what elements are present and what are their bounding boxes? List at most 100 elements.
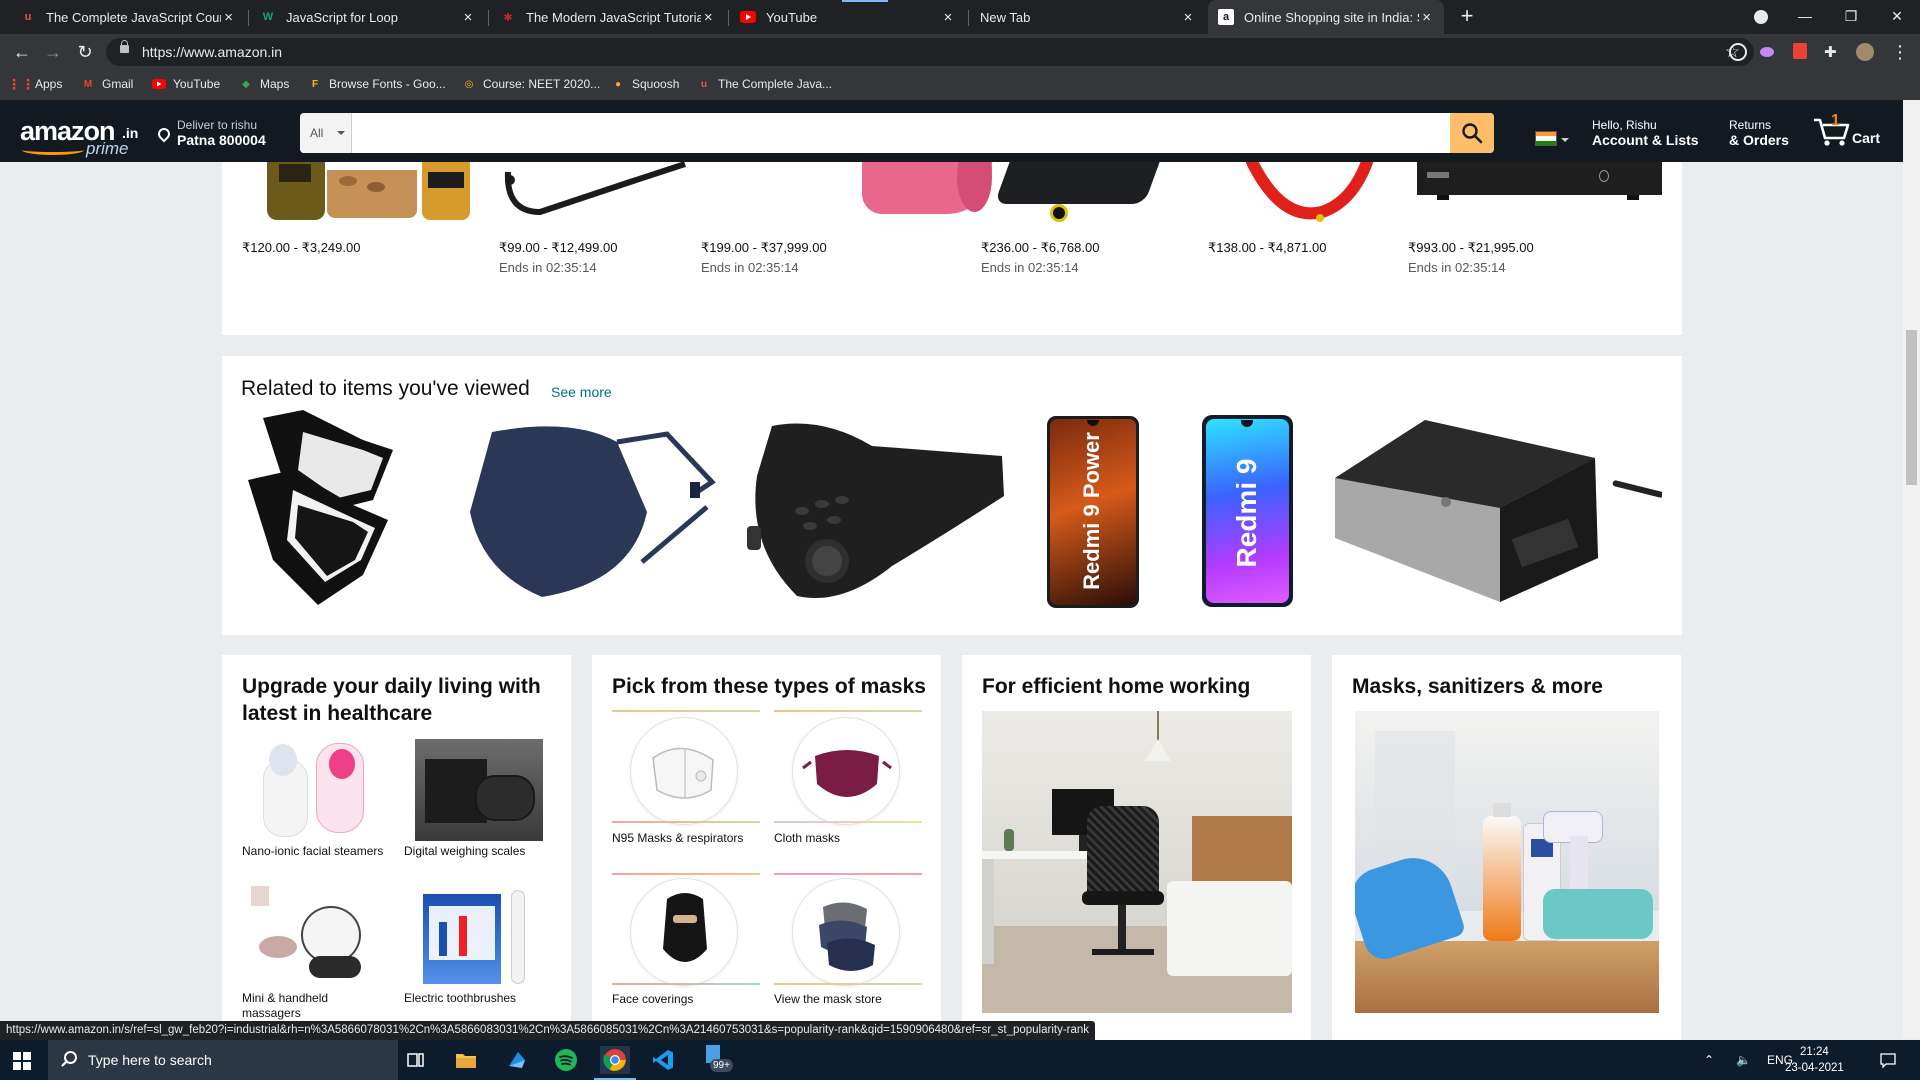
- tab-title: Online Shopping site in India: Sh: [1244, 9, 1420, 25]
- files-badge-icon[interactable]: 99+: [702, 1045, 733, 1074]
- chrome-icon[interactable]: [594, 1046, 636, 1080]
- bookmark-youtube[interactable]: YouTube: [152, 77, 220, 91]
- vscode-icon[interactable]: [648, 1046, 678, 1074]
- action-center-icon[interactable]: [1880, 1040, 1896, 1080]
- close-icon[interactable]: ×: [1419, 9, 1434, 26]
- extension-icon[interactable]: [1760, 47, 1774, 57]
- windows-start-icon[interactable]: [13, 1052, 31, 1070]
- close-icon[interactable]: ×: [221, 9, 236, 26]
- file-explorer-icon[interactable]: [451, 1046, 481, 1074]
- see-more-link[interactable]: See more: [551, 384, 612, 400]
- forward-arrow-icon[interactable]: →: [41, 40, 65, 64]
- returns-and-orders[interactable]: Returns & Orders: [1729, 118, 1789, 148]
- facial-steamer-image[interactable]: [251, 739, 379, 841]
- tab-udemy[interactable]: u The Complete JavaScript Course ×: [10, 0, 246, 34]
- profile-menu-icon[interactable]: [1738, 0, 1784, 34]
- toy-deal-image[interactable]: [1232, 162, 1382, 224]
- tab-youtube[interactable]: YouTube ×: [730, 0, 966, 34]
- taskbar-search-box[interactable]: Type here to search: [48, 1040, 398, 1080]
- extension-icon[interactable]: [1793, 43, 1807, 59]
- restore-button[interactable]: ❐: [1828, 0, 1874, 34]
- close-icon[interactable]: ×: [1180, 9, 1196, 26]
- spotify-icon[interactable]: [551, 1046, 581, 1074]
- chevron-down-icon: [1561, 138, 1569, 146]
- deal-price[interactable]: ₹120.00 - ₹3,249.00: [242, 240, 360, 256]
- divider: [774, 821, 922, 823]
- amazon-prime-logo[interactable]: amazon .in prime: [20, 116, 138, 158]
- deal-price[interactable]: ₹199.00 - ₹37,999.00: [701, 240, 827, 256]
- product-sport-respirator-mask[interactable]: [742, 416, 1008, 606]
- toothbrush-image[interactable]: [415, 886, 543, 988]
- volume-icon[interactable]: 🔈: [1736, 1040, 1751, 1080]
- item-caption[interactable]: Electric toothbrushes: [404, 991, 564, 1006]
- page-scrollbar[interactable]: [1903, 100, 1920, 1038]
- deal-price[interactable]: ₹138.00 - ₹4,871.00: [1208, 240, 1326, 256]
- product-redmi-9-power[interactable]: Redmi 9 Power: [1047, 416, 1139, 608]
- bookmark-squoosh[interactable]: ● Squoosh: [611, 77, 679, 91]
- puzzle-icon[interactable]: ✚: [1824, 43, 1842, 61]
- tab-js-for-loop[interactable]: W JavaScript for Loop ×: [250, 0, 486, 34]
- earphones-deal-image[interactable]: [500, 162, 690, 224]
- phone-brand-text: Redmi 9 Power: [1079, 432, 1104, 590]
- sanitizers-image[interactable]: [1355, 711, 1659, 1013]
- massager-image[interactable]: [251, 886, 379, 988]
- back-arrow-icon[interactable]: ←: [10, 40, 34, 64]
- bookmark-maps[interactable]: ◆ Maps: [239, 77, 289, 91]
- item-caption[interactable]: Nano-ionic facial steamers: [242, 844, 402, 859]
- item-caption[interactable]: Digital weighing scales: [404, 844, 564, 859]
- avatar[interactable]: [1856, 43, 1874, 61]
- cloth-mask-image[interactable]: [792, 717, 900, 825]
- deal-price[interactable]: ₹236.00 - ₹6,768.00: [981, 240, 1099, 256]
- close-icon[interactable]: ×: [701, 9, 716, 26]
- tab-amazon[interactable]: a Online Shopping site in India: Sh ×: [1208, 0, 1444, 34]
- mask-store-image[interactable]: [792, 878, 900, 986]
- product-cloth-masks-pair[interactable]: [243, 410, 448, 610]
- mask-type-caption[interactable]: View the mask store: [774, 992, 934, 1007]
- tab-new-tab[interactable]: New Tab ×: [970, 0, 1206, 34]
- kebab-menu-icon[interactable]: ⋮: [1888, 40, 1912, 64]
- app-icon[interactable]: [502, 1046, 532, 1074]
- address-bar[interactable]: https://www.amazon.in ☆: [106, 38, 1754, 66]
- minimize-button[interactable]: —: [1782, 0, 1828, 34]
- scrollbar-thumb[interactable]: [1906, 330, 1917, 485]
- close-icon[interactable]: ×: [940, 9, 956, 26]
- india-flag-icon[interactable]: [1535, 131, 1557, 146]
- deal-price[interactable]: ₹993.00 - ₹21,995.00: [1408, 240, 1534, 256]
- new-tab-button[interactable]: +: [1455, 5, 1479, 29]
- yoga-mat-deal-image[interactable]: [862, 162, 992, 217]
- extension-icon[interactable]: [1729, 43, 1747, 61]
- search-button[interactable]: [1450, 113, 1494, 153]
- weighing-scale-image[interactable]: [415, 739, 543, 841]
- item-caption[interactable]: Mini & handheld massagers: [242, 991, 362, 1021]
- mask-type-caption[interactable]: Cloth masks: [774, 831, 934, 846]
- bookmark-gmail[interactable]: M Gmail: [81, 77, 134, 91]
- bookmark-udemy[interactable]: u The Complete Java...: [697, 77, 832, 91]
- home-office-image[interactable]: [982, 711, 1292, 1013]
- bookmark-apps[interactable]: ⋮⋮ Apps: [7, 76, 62, 92]
- grocery-deal-image[interactable]: [257, 162, 482, 220]
- reload-icon[interactable]: ↻: [73, 40, 97, 64]
- close-window-button[interactable]: ✕: [1874, 0, 1920, 34]
- chair-deal-image[interactable]: [982, 162, 1162, 224]
- deal-price[interactable]: ₹99.00 - ₹12,499.00: [499, 240, 617, 256]
- n95-mask-image[interactable]: [630, 717, 738, 825]
- tab-modern-js[interactable]: ✱ The Modern JavaScript Tutorial ×: [490, 0, 726, 34]
- cart-button[interactable]: 1 Cart: [1812, 112, 1884, 150]
- search-input[interactable]: [352, 113, 1444, 153]
- close-icon[interactable]: ×: [460, 9, 476, 26]
- account-and-lists[interactable]: Hello, Rishu Account & Lists: [1592, 118, 1699, 148]
- mask-type-caption[interactable]: Face coverings: [612, 992, 772, 1007]
- task-view-icon[interactable]: [401, 1046, 431, 1074]
- taskbar-clock[interactable]: 21:24 23-04-2021: [1785, 1044, 1844, 1076]
- product-cable-partial[interactable]: [1612, 478, 1662, 508]
- bookmark-fonts[interactable]: F Browse Fonts - Goo...: [308, 77, 446, 91]
- dvr-deal-image[interactable]: [1417, 162, 1662, 200]
- product-navy-mask[interactable]: [462, 422, 730, 602]
- face-covering-image[interactable]: [630, 878, 738, 986]
- bookmark-course[interactable]: ◎ Course: NEET 2020...: [462, 77, 601, 91]
- show-hidden-icons[interactable]: ⌃: [1704, 1040, 1714, 1080]
- product-redmi-9[interactable]: Redmi 9: [1202, 415, 1293, 607]
- mask-type-caption[interactable]: N95 Masks & respirators: [612, 831, 772, 846]
- search-category-dropdown[interactable]: All: [300, 113, 352, 153]
- product-mini-pc[interactable]: [1330, 418, 1602, 604]
